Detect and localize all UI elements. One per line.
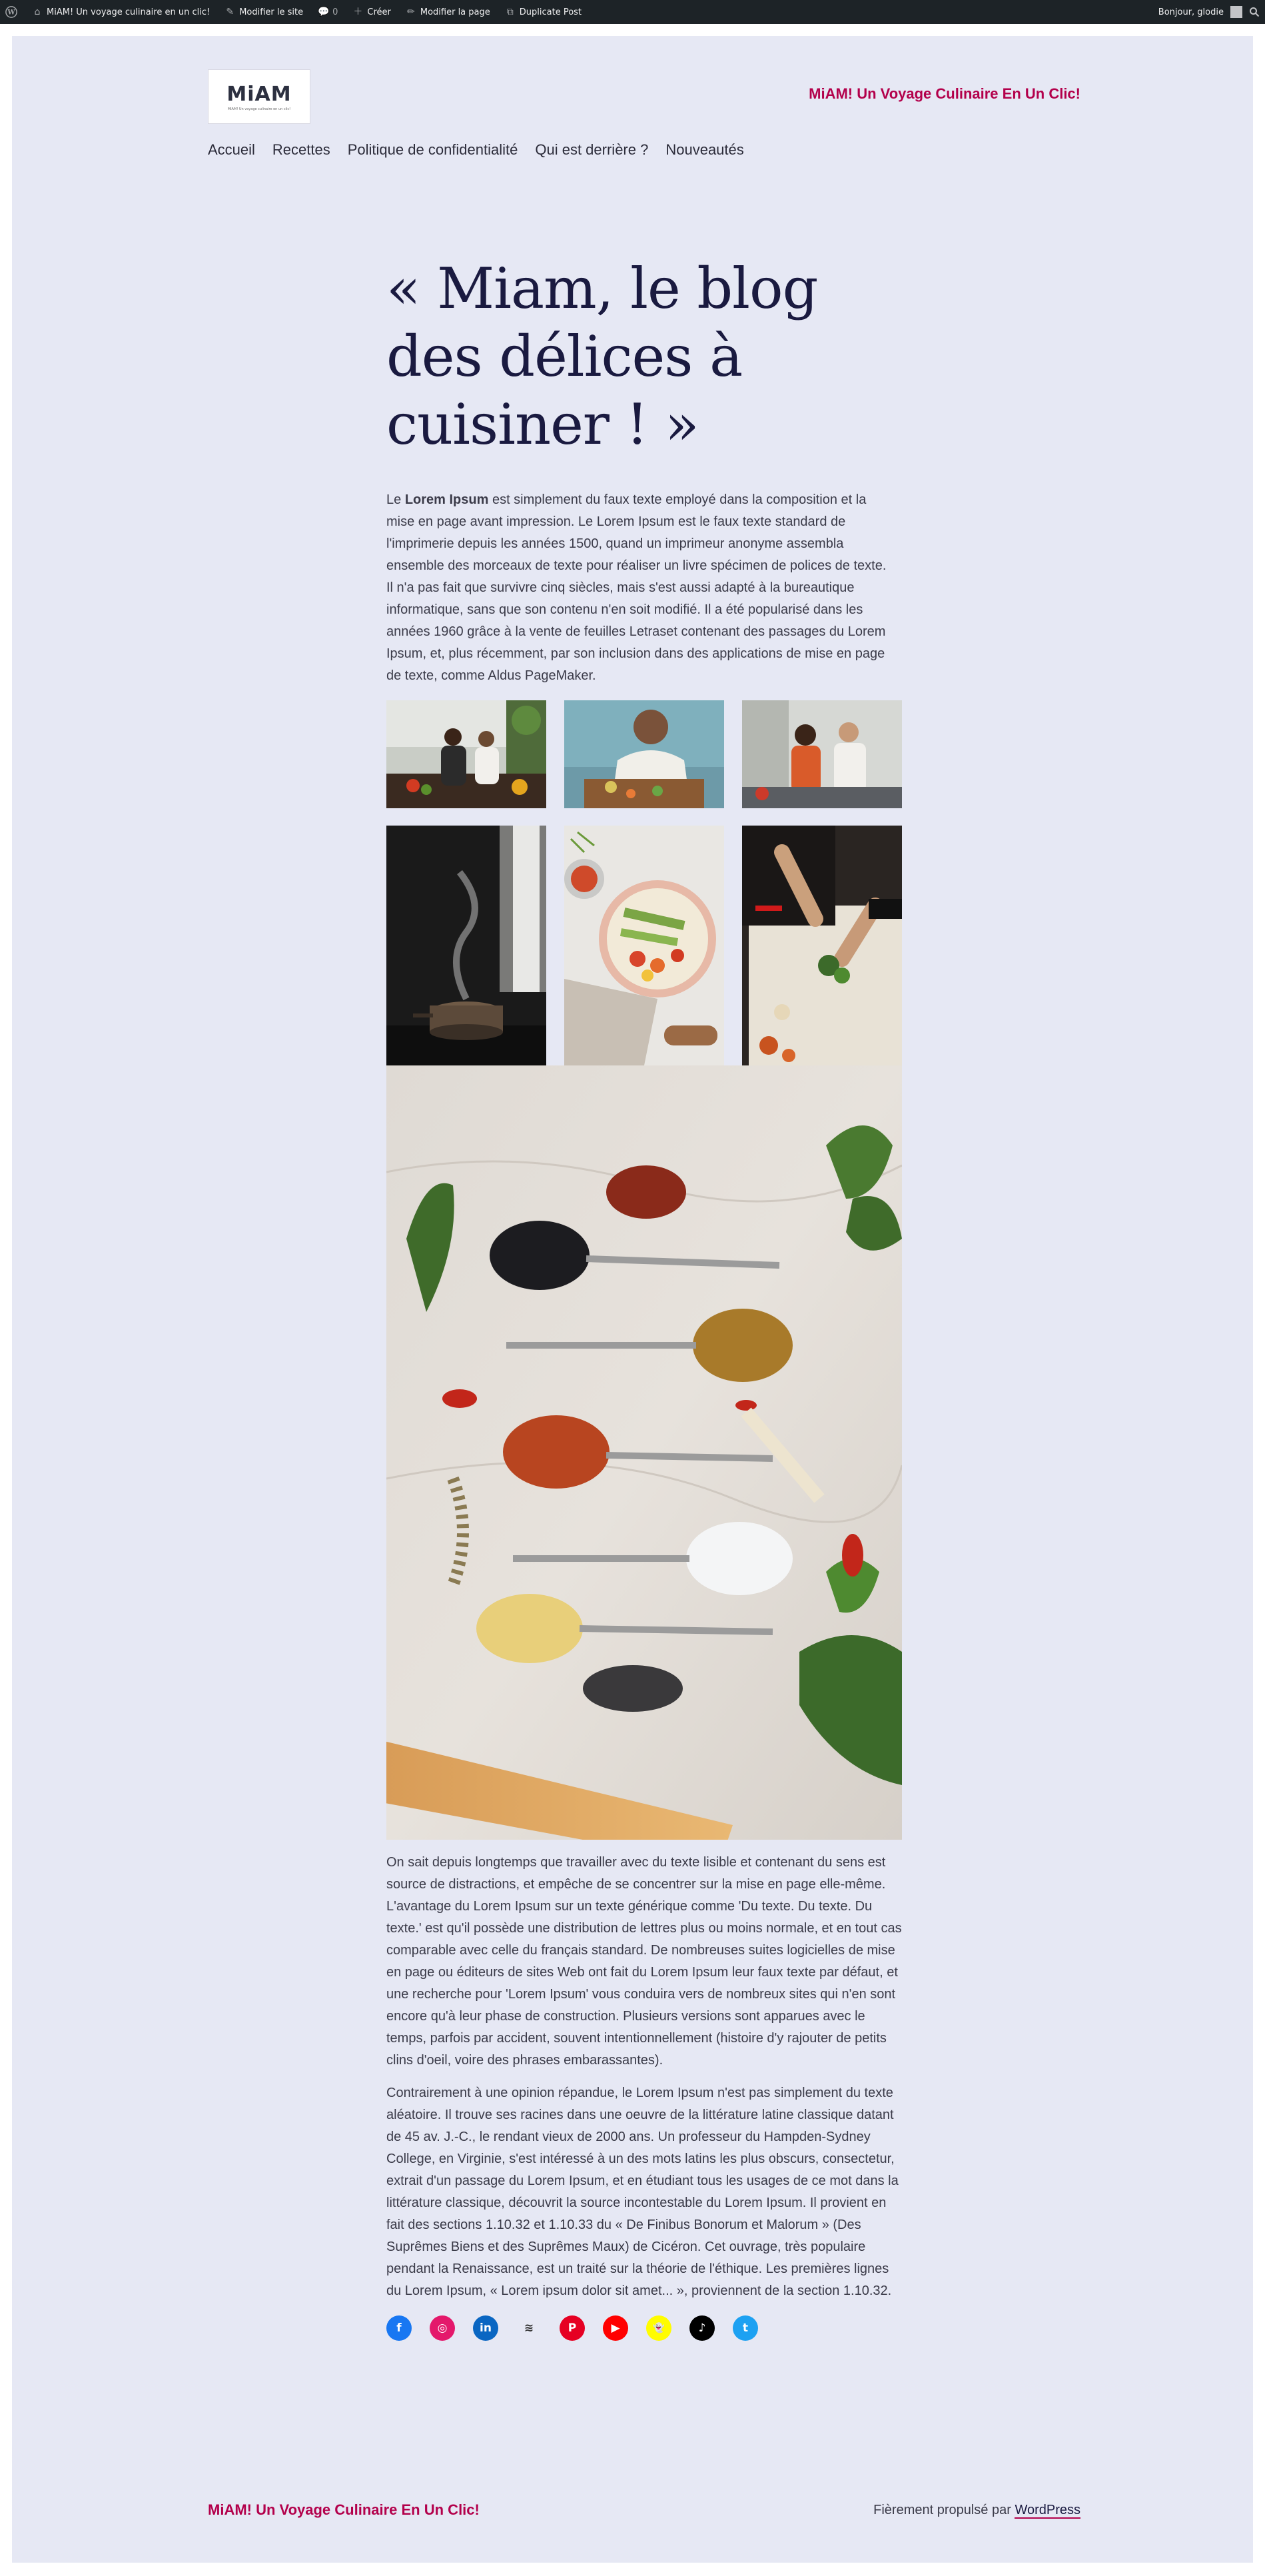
main-content: « Miam, le blog des délices à cuisiner !… [386,255,902,2341]
duplicate-icon: ⧉ [506,7,514,17]
twitter-icon[interactable]: t [733,2315,758,2341]
admin-bar-duplicate-post[interactable]: ⧉ Duplicate Post [505,7,582,17]
svg-text:W: W [7,9,15,17]
search-icon[interactable] [1249,7,1260,17]
photo-rice-bowl[interactable] [564,826,724,1065]
home-icon: ⌂ [34,7,41,17]
page-frame: MiAM MiAM! Un voyage culinaire en un cli… [12,36,1253,2563]
admin-bar-comments-count: 0 [332,7,338,17]
site-logo[interactable]: MiAM MiAM! Un voyage culinaire en un cli… [208,69,310,124]
wordpress-logo-icon[interactable]: W [5,6,17,18]
admin-bar-create[interactable]: ＋ Créer [352,7,390,17]
instagram-icon[interactable]: ◎ [430,2315,455,2341]
nav-item-politique[interactable]: Politique de confidentialité [348,141,518,159]
body-paragraph-3: Contrairement à une opinion répandue, le… [386,2086,899,2298]
avatar [1230,6,1242,18]
main-navigation: Accueil Recettes Politique de confidenti… [208,141,744,159]
photo-spice-spoons[interactable] [386,1065,902,1840]
admin-bar-comments[interactable]: 💬 0 [318,7,338,17]
image-gallery [386,700,902,1065]
nav-item-qui-est-derriere[interactable]: Qui est derrière ? [535,141,648,159]
linkedin-icon[interactable]: in [473,2315,498,2341]
pinterest-icon[interactable]: P [560,2315,585,2341]
photo-woman-chopping[interactable] [564,700,724,808]
comment-icon: 💬 [318,7,330,17]
admin-bar-account[interactable]: Bonjour, glodie [1158,6,1260,18]
admin-bar-edit-page[interactable]: ✏ Modifier la page [406,7,490,17]
logo-subtext: MiAM! Un voyage culinaire en un clic! [227,107,291,111]
footer-site-title[interactable]: MiAM! Un Voyage Culinaire En Un Clic! [208,2501,480,2519]
footer-credit: Fièrement propulsé par WordPress [873,2503,1080,2519]
intro-paragraph: Le Lorem Ipsum est simplement du faux te… [386,489,893,687]
admin-bar-edit-site[interactable]: ✎ Modifier le site [224,7,303,17]
admin-bar-create-label: Créer [367,7,391,17]
social-links: f ◎ in ≋ P ▶ 👻 ♪ t [386,2315,902,2341]
admin-bar-site-name-label: MiAM! Un voyage culinaire en un clic! [47,7,211,17]
admin-bar-greeting: Bonjour, glodie [1158,7,1224,17]
plus-icon: ＋ [353,7,363,17]
site-title[interactable]: MiAM! Un Voyage Culinaire En Un Clic! [809,85,1080,103]
admin-bar-duplicate-post-label: Duplicate Post [519,7,582,17]
intro-bold: Lorem Ipsum [404,492,489,507]
youtube-icon[interactable]: ▶ [603,2315,628,2341]
photo-steaming-pot[interactable] [386,826,546,1065]
logo-text: MiAM [226,82,292,106]
site-footer: MiAM! Un Voyage Culinaire En Un Clic! Fi… [208,2501,1080,2528]
nav-item-nouveautes[interactable]: Nouveautés [665,141,743,159]
photo-couple-kitchen[interactable] [742,700,902,808]
nav-item-accueil[interactable]: Accueil [208,141,255,159]
intro-prefix: Le [386,492,405,507]
body-paragraph-2: On sait depuis longtemps que travailler … [386,1855,902,2068]
photo-couple-cooking[interactable] [386,700,546,808]
facebook-icon[interactable]: f [386,2315,412,2341]
admin-bar: W ⌂ MiAM! Un voyage culinaire en un clic… [0,0,1265,24]
footer-credit-prefix: Fièrement propulsé par [873,2503,1015,2517]
pencil-icon: ✏ [407,7,415,17]
admin-bar-edit-site-label: Modifier le site [239,7,304,17]
intro-rest: est simplement du faux texte employé dan… [386,492,887,683]
wordpress-link[interactable]: WordPress [1015,2503,1080,2519]
photo-chopping-herbs[interactable] [742,826,902,1065]
nav-item-recettes[interactable]: Recettes [272,141,330,159]
rss-icon[interactable]: ≋ [516,2315,542,2341]
site-header: MiAM MiAM! Un voyage culinaire en un cli… [208,69,1080,169]
admin-bar-edit-page-label: Modifier la page [420,7,490,17]
admin-bar-site-name[interactable]: ⌂ MiAM! Un voyage culinaire en un clic! [32,7,211,17]
brush-icon: ✎ [226,7,234,17]
snapchat-icon[interactable]: 👻 [646,2315,671,2341]
tiktok-icon[interactable]: ♪ [689,2315,715,2341]
page-title: « Miam, le blog des délices à cuisiner !… [386,256,818,457]
